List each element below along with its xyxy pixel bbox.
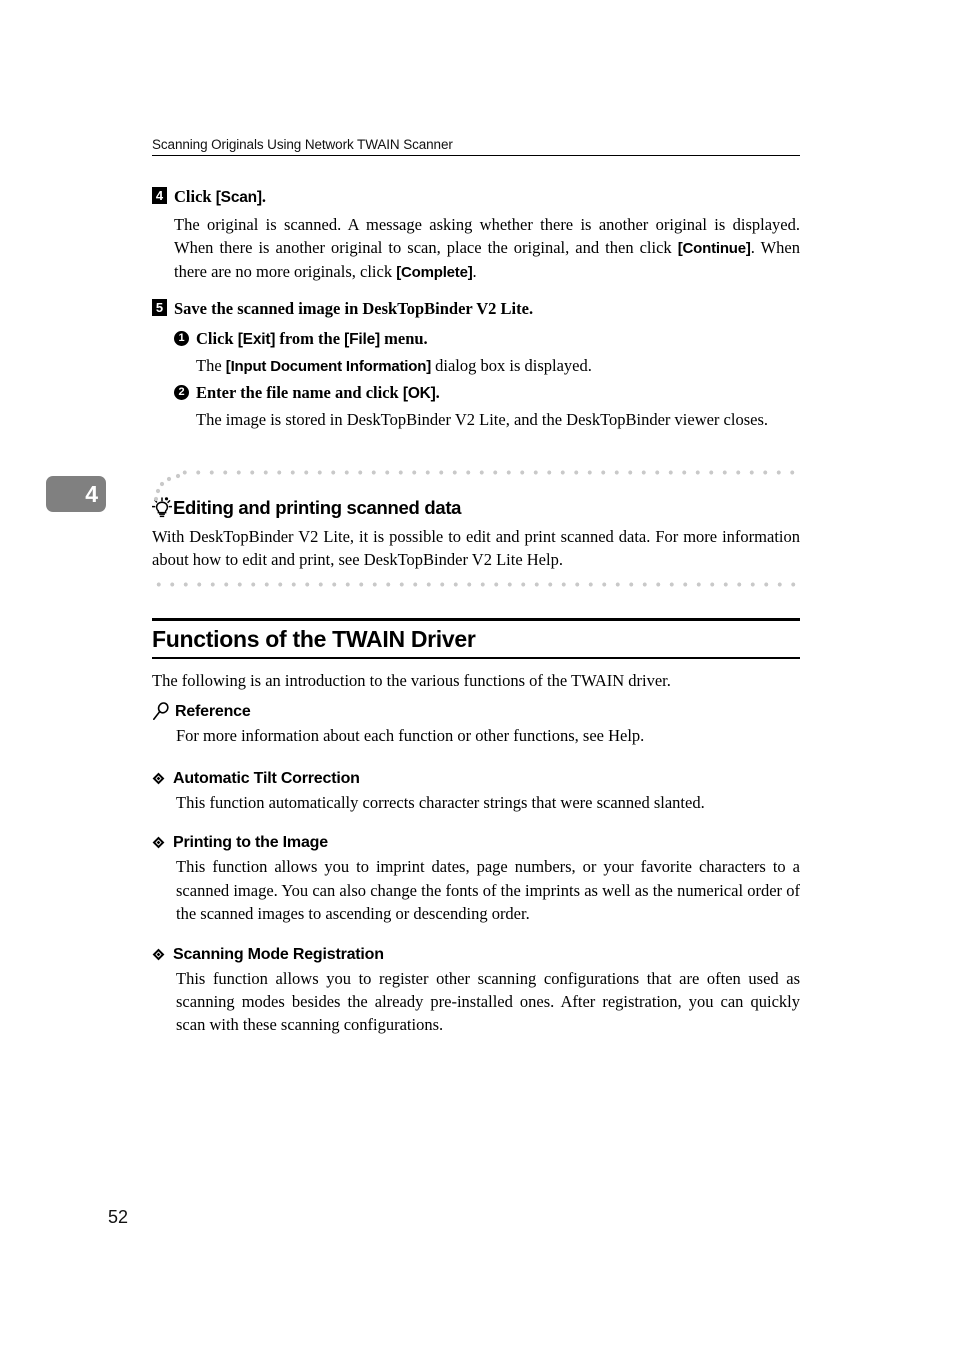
step-5-substeps: 1 Click [Exit] from the [File] menu. The…: [174, 327, 800, 432]
step-4-body-token1: [Continue]: [677, 240, 751, 258]
tip-top-dotted-rule: [178, 470, 800, 475]
tip-bottom-dotted-rule: [152, 581, 800, 587]
substep-2-suffix: .: [435, 383, 440, 403]
feature-1-title: Automatic Tilt Correction: [173, 769, 360, 787]
feature-item: Printing to the Image This function allo…: [152, 834, 800, 925]
feature-2-title: Printing to the Image: [173, 834, 328, 852]
substep-1-prefix: Click: [196, 328, 238, 348]
substep-2-prefix: Enter the file name and click: [196, 383, 403, 403]
step-4-heading: 4 Click [Scan].: [152, 185, 800, 209]
tip-box: Editing and printing scanned data With D…: [152, 470, 800, 587]
substep-1-body-token: [Input Document Information]: [225, 357, 431, 375]
substep-1-heading: 1 Click [Exit] from the [File] menu.: [174, 327, 800, 351]
reference-body-text: For more information about each function…: [176, 726, 645, 746]
substep-1-token-exit: [Exit]: [237, 330, 276, 348]
diamond-bullet-icon: [152, 772, 165, 788]
substep-1-suffix: menu.: [380, 328, 428, 348]
feature-item: Automatic Tilt Correction This function …: [152, 770, 800, 814]
features-list: Automatic Tilt Correction This function …: [152, 770, 800, 1037]
step-4-title-prefix: Click: [174, 187, 216, 206]
step-4-title-token: [Scan]: [215, 189, 262, 206]
content-column: 4 Click [Scan]. The original is scanned.…: [152, 185, 800, 436]
step-4-body-part3: .: [472, 261, 477, 281]
magnifier-icon: [152, 702, 169, 721]
tip-title-text: Editing and printing scanned data: [173, 497, 462, 518]
substep-2-body: The image is stored in DeskTopBinder V2 …: [196, 410, 769, 430]
substep-1-body: The [Input Document Information] dialog …: [196, 354, 800, 377]
running-header-title: Scanning Originals Using Network TWAIN S…: [152, 137, 453, 152]
section-bottom-rule: [152, 657, 800, 659]
document-page: Scanning Originals Using Network TWAIN S…: [0, 0, 954, 1351]
section-block: Functions of the TWAIN Driver The follow…: [152, 618, 800, 1057]
substep-1-token-file: [File]: [344, 330, 380, 348]
feature-1-heading: Automatic Tilt Correction: [152, 770, 800, 788]
substep-1-body-prefix: The: [196, 355, 226, 375]
feature-item: Scanning Mode Registration This function…: [152, 946, 800, 1037]
tip-corner-dots-icon: [153, 473, 181, 502]
feature-2-text: This function allows you to imprint date…: [176, 857, 800, 924]
feature-3-title: Scanning Mode Registration: [173, 945, 384, 963]
step-5-heading: 5 Save the scanned image in DeskTopBinde…: [152, 297, 800, 320]
reference-heading: Reference: [152, 702, 800, 721]
substep-2-title: Enter the file name and click [OK].: [196, 381, 440, 405]
reference-title-text: Reference: [175, 702, 251, 720]
substep-1-title: Click [Exit] from the [File] menu.: [196, 327, 428, 351]
tip-heading: Editing and printing scanned data: [152, 497, 800, 519]
substep-1: 1 Click [Exit] from the [File] menu. The…: [174, 327, 800, 377]
page-number: 52: [108, 1207, 129, 1227]
substep-2-badge: 2: [174, 385, 189, 401]
feature-3-heading: Scanning Mode Registration: [152, 946, 800, 964]
substep-1-middle: from the: [275, 328, 345, 348]
section-intro-text: The following is an introduction to the …: [152, 671, 671, 690]
chapter-tab-number: 4: [85, 480, 98, 507]
step-4-title: Click [Scan].: [174, 185, 800, 209]
step-5-title: Save the scanned image in DeskTopBinder …: [174, 299, 534, 319]
substep-2-heading: 2 Enter the file name and click [OK].: [174, 381, 800, 405]
substep-1-badge: 1: [174, 330, 189, 346]
tip-body-text: With DeskTopBinder V2 Lite, it is possib…: [152, 527, 800, 570]
step-4-body: The original is scanned. A message askin…: [174, 213, 800, 283]
step-5-badge: 5: [152, 299, 167, 317]
feature-3-text: This function allows you to register oth…: [176, 968, 800, 1035]
feature-1-text: This function automatically corrects cha…: [176, 792, 705, 812]
procedure-step-4: 4 Click [Scan]. The original is scanned.…: [152, 185, 800, 283]
step-4-title-suffix: .: [261, 187, 267, 206]
substep-2-token-ok: [OK]: [402, 385, 436, 403]
substep-1-body-suffix: dialog box is displayed.: [431, 355, 592, 375]
feature-2-heading: Printing to the Image: [152, 834, 800, 852]
diamond-bullet-icon: [152, 836, 165, 852]
section-heading: Functions of the TWAIN Driver: [152, 626, 476, 652]
diamond-bullet-icon: [152, 948, 165, 964]
reference-block: Reference For more information about eac…: [152, 702, 800, 747]
step-4-badge: 4: [152, 187, 167, 204]
chapter-tab: 4: [46, 476, 106, 512]
running-header: Scanning Originals Using Network TWAIN S…: [152, 137, 800, 156]
step-4-body-token2: [Complete]: [396, 263, 473, 281]
substep-2: 2 Enter the file name and click [OK]. Th…: [174, 381, 800, 431]
header-divider: [152, 155, 800, 156]
procedure-step-5: 5 Save the scanned image in DeskTopBinde…: [152, 297, 800, 431]
